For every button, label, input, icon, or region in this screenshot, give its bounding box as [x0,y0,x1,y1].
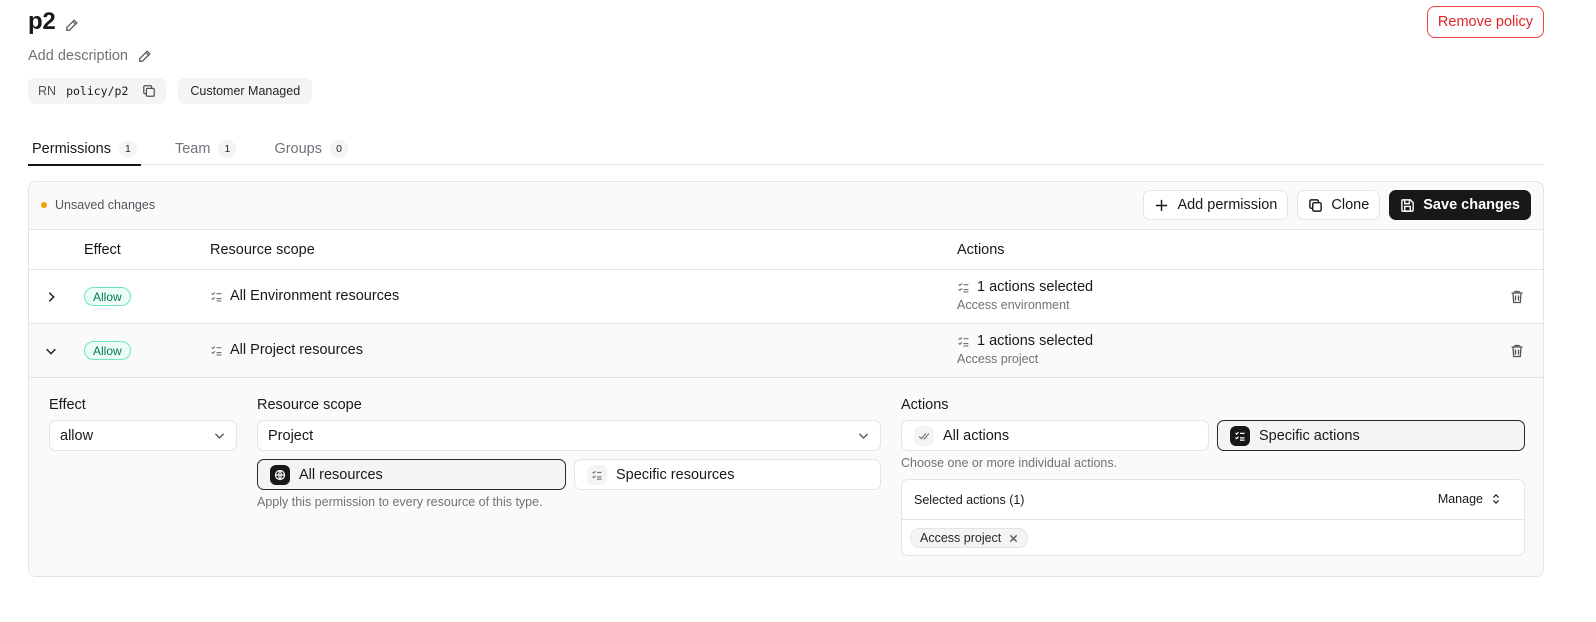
selected-actions-box: Selected actions (1) Manage Access proje… [901,479,1525,556]
tag-label: Access project [920,531,1002,545]
scope-cell: All Project resources [210,342,363,358]
selected-actions-header: Selected actions (1) Manage [902,480,1524,520]
description-placeholder[interactable]: Add description [28,48,128,64]
scope-text: All Environment resources [230,288,400,304]
manage-label: Manage [1437,492,1483,506]
actions-field-label: Actions [901,397,949,413]
list-check-icon [957,281,970,294]
specific-resources-label: Specific resources [616,466,735,483]
remove-policy-button[interactable]: Remove policy [1426,6,1544,38]
tab-count: 1 [218,139,237,158]
tab-label: Team [174,140,211,157]
actions-summary: 1 actions selected [977,279,1094,295]
rn-chip: RN policy/p2 [28,78,167,104]
rn-label: RN [38,84,57,98]
title-row: p2 [28,8,79,36]
trash-icon[interactable] [1509,343,1525,359]
permission-editor: Effect allow Resource scope Project All … [29,378,1543,576]
resource-scope-select[interactable]: Project [257,420,881,451]
managed-badge: Customer Managed [178,78,313,104]
save-changes-button[interactable]: Save changes [1389,190,1531,220]
unsaved-label: Unsaved changes [55,198,156,212]
column-header-scope: Resource scope [210,242,315,258]
tab-label: Groups [274,140,322,157]
tab-count: 0 [330,139,348,158]
clone-label: Clone [1331,197,1370,213]
scope-hint: Apply this permission to every resource … [257,495,543,509]
tab-team[interactable]: Team 1 [171,132,240,165]
tab-label: Permissions [32,140,111,157]
scope-select-value: Project [268,427,314,444]
table-row[interactable]: Allow All Environment resources 1 action… [29,270,1543,324]
toolbar-buttons: Add permission Clone Save changes [1143,190,1531,220]
column-header-effect: Effect [84,242,121,258]
selected-actions-title: Selected actions (1) [914,493,1025,507]
table-header: Effect Resource scope Actions [29,230,1543,270]
chevron-down-icon [857,429,870,442]
plus-icon [1154,198,1169,213]
pencil-icon[interactable] [138,49,152,63]
list-check-icon [1230,425,1250,446]
effect-select[interactable]: allow [49,420,237,451]
rn-value: policy/p2 [66,84,129,98]
effect-select-value: allow [60,427,94,444]
specific-actions-option[interactable]: Specific actions [1217,420,1525,451]
actions-cell: 1 actions selected Access project [957,333,1093,366]
permissions-card: Unsaved changes Add permission Clone Sav… [28,181,1544,577]
scope-field-label: Resource scope [257,397,362,413]
selected-action-tag: Access project [910,528,1029,548]
close-icon[interactable] [1009,534,1018,543]
save-changes-label: Save changes [1423,197,1520,213]
clone-icon [1308,198,1323,213]
tab-count: 1 [118,139,137,158]
manage-button[interactable]: Manage [1438,492,1502,506]
actions-hint: Choose one or more individual actions. [901,456,1118,470]
policy-meta-chips: RN policy/p2 Customer Managed [28,78,313,104]
list-check-icon [210,344,223,357]
unsaved-indicator: Unsaved changes [41,198,155,212]
clone-button[interactable]: Clone [1297,190,1381,220]
add-permission-button[interactable]: Add permission [1143,190,1289,220]
globe-icon [270,464,290,485]
actions-cell: 1 actions selected Access environment [957,279,1093,312]
all-resources-option[interactable]: All resources [257,459,566,490]
specific-resources-option[interactable]: Specific resources [574,459,881,490]
trash-icon[interactable] [1509,289,1525,305]
all-actions-option[interactable]: All actions [901,420,1209,451]
add-permission-label: Add permission [1177,197,1278,213]
permissions-toolbar: Unsaved changes Add permission Clone Sav… [29,182,1543,230]
chevron-down-icon[interactable] [44,344,58,358]
actions-detail: Access project [957,352,1039,366]
list-check-icon [957,335,970,348]
actions-detail: Access environment [957,298,1070,312]
tab-bar: Permissions 1 Team 1 Groups 0 [28,132,1544,166]
all-actions-label: All actions [943,427,1010,444]
chevron-down-icon [213,429,226,442]
table-row[interactable]: Allow All Project resources 1 actions se… [29,324,1543,378]
actions-summary: 1 actions selected [977,333,1094,349]
copy-icon[interactable] [142,84,156,98]
chevrons-up-down-icon [1490,493,1502,505]
tab-permissions[interactable]: Permissions 1 [28,132,141,166]
unsaved-dot-icon [41,202,47,208]
effect-badge: Allow [84,287,131,306]
all-resources-label: All resources [299,466,383,483]
scope-text: All Project resources [230,342,363,358]
chevron-right-icon[interactable] [44,290,58,304]
save-icon [1400,198,1415,213]
pencil-icon[interactable] [65,18,79,32]
description-row[interactable]: Add description [28,48,152,64]
tab-groups[interactable]: Groups 0 [270,132,352,165]
list-check-icon [587,464,607,485]
check-check-icon [914,425,934,446]
effect-field-label: Effect [49,397,86,413]
page-title: p2 [28,8,56,35]
column-header-actions: Actions [957,242,1005,258]
list-check-icon [210,290,223,303]
specific-actions-label: Specific actions [1259,427,1360,444]
effect-badge: Allow [84,341,131,360]
scope-cell: All Environment resources [210,288,399,304]
